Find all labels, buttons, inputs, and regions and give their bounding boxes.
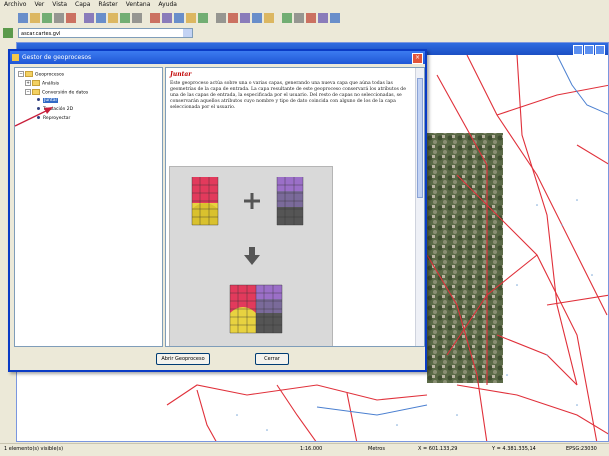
status-bar: 1 elemento(s) visible(s) 1:16.000 Metros… (0, 443, 609, 456)
help-icon[interactable] (330, 13, 340, 23)
print-icon[interactable] (54, 13, 64, 23)
tree-root[interactable]: − Geoprocesos (18, 71, 64, 78)
menu-ver[interactable]: Ver (30, 0, 48, 9)
layer-icon[interactable] (3, 28, 13, 38)
main-toolbar (0, 11, 609, 28)
menu-raster[interactable]: Ráster (94, 0, 121, 9)
point-icon[interactable] (252, 13, 262, 23)
undo-icon[interactable] (162, 13, 172, 23)
folder-icon (32, 89, 40, 95)
save-icon[interactable] (42, 13, 52, 23)
merge-diagram-icon (191, 177, 304, 334)
tree-item-traslacion[interactable]: Traslación 2D (37, 107, 73, 112)
gear-icon (12, 54, 19, 61)
geoprocess-manager-dialog: Gestor de geoprocesos × − Geoprocesos + An… (8, 49, 427, 372)
dialog-titlebar[interactable]: Gestor de geoprocesos × (10, 51, 425, 64)
tree-item-analisis[interactable]: + Análisis (25, 80, 59, 87)
expand-icon[interactable]: − (18, 71, 24, 77)
select-icon[interactable] (120, 13, 130, 23)
status-y-coord: Y = 4.381.335,14 (492, 446, 536, 452)
edit-icon[interactable] (240, 13, 250, 23)
delete-icon[interactable] (132, 13, 142, 23)
folder-icon (32, 80, 40, 86)
copy-icon[interactable] (150, 13, 160, 23)
geoprocess-icon (37, 98, 40, 101)
status-x-coord: X = 601.133,29 (418, 446, 458, 452)
view-combo[interactable]: ascar.cartes.gvl (18, 28, 193, 38)
menu-vista[interactable]: Vista (48, 0, 71, 9)
line-icon[interactable] (264, 13, 274, 23)
maximize-icon[interactable] (584, 45, 594, 55)
orthophoto-image (427, 133, 503, 383)
geoprocess-tree[interactable]: − Geoprocesos + Análisis − Conversión de da… (14, 67, 163, 347)
tree-item-reproyectar[interactable]: Reproyectar (37, 116, 70, 121)
open-icon[interactable] (30, 13, 40, 23)
info-icon[interactable] (174, 13, 184, 23)
close-button[interactable]: × (412, 53, 423, 64)
expand-icon[interactable]: + (25, 80, 31, 86)
zoom-out-icon[interactable] (84, 13, 94, 23)
close-dialog-button[interactable]: Cerrar (255, 353, 289, 365)
menu-ventana[interactable]: Ventana (122, 0, 155, 9)
help-heading: Juntar (170, 71, 192, 78)
close-icon[interactable] (595, 45, 605, 55)
geoprocess-icon (37, 116, 40, 119)
layer-icon[interactable] (186, 13, 196, 23)
folder-icon (25, 71, 33, 77)
new-icon[interactable] (18, 13, 28, 23)
chart-icon[interactable] (306, 13, 316, 23)
ruler-icon[interactable] (228, 13, 238, 23)
chevron-down-icon[interactable] (183, 29, 192, 37)
tree-item-juntar[interactable]: Juntar (37, 98, 59, 103)
pan-icon[interactable] (108, 13, 118, 23)
menu-ayuda[interactable]: Ayuda (154, 0, 181, 9)
status-visible-count: 1 elemento(s) visible(s) (4, 446, 64, 452)
status-units: Metros (368, 446, 385, 452)
geoprocess-icon (37, 107, 40, 110)
open-geoprocess-button[interactable]: Abrir Geoproceso (156, 353, 210, 365)
help-text: Este geoproceso actúa sobre una o varias… (170, 81, 406, 110)
status-scale: 1:16.000 (300, 446, 323, 452)
secondary-toolbar: ascar.cartes.gvl (0, 27, 609, 40)
merge-illustration (169, 166, 333, 346)
dialog-title: Gestor de geoprocesos (22, 54, 92, 61)
help-panel: Juntar Este geoproceso actúa sobre una o… (165, 67, 425, 347)
raster-icon[interactable] (216, 13, 226, 23)
minimize-icon[interactable] (573, 45, 583, 55)
menu-capa[interactable]: Capa (71, 0, 94, 9)
expand-icon[interactable]: − (25, 89, 31, 95)
status-crs: EPSG:23030 (566, 446, 597, 452)
polygon-icon[interactable] (282, 13, 292, 23)
view-combo-value: ascar.cartes.gvl (21, 31, 61, 37)
search-icon[interactable] (318, 13, 328, 23)
zoom-icon[interactable] (96, 13, 106, 23)
grid-icon[interactable] (198, 13, 208, 23)
help-scrollbar[interactable] (415, 68, 424, 346)
menu-archivo[interactable]: Archivo (0, 0, 30, 9)
table-icon[interactable] (294, 13, 304, 23)
menu-bar: Archivo Ver Vista Capa Ráster Ventana Ayuda (0, 0, 609, 11)
scrollbar-thumb[interactable] (417, 78, 423, 198)
tree-item-conversion[interactable]: − Conversión de datos (25, 89, 88, 96)
zoom-in-icon[interactable] (66, 13, 76, 23)
